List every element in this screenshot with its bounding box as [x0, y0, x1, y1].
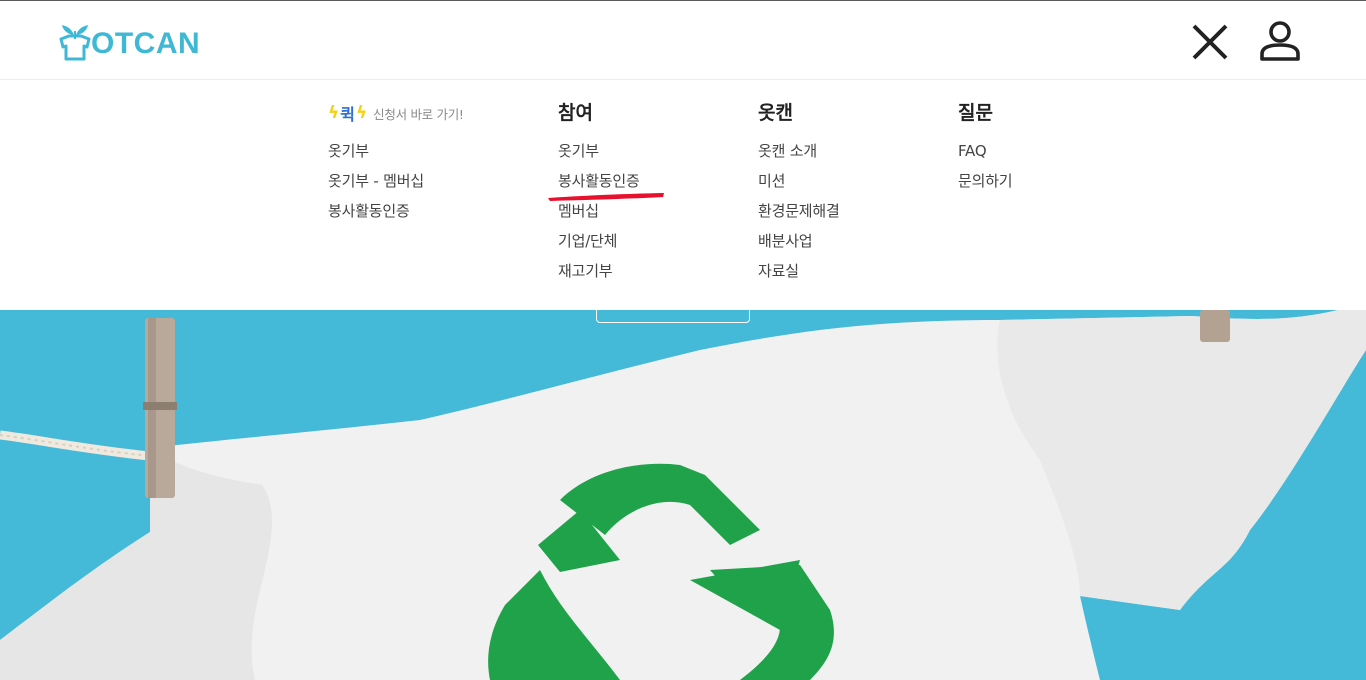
close-menu-button[interactable] — [1189, 21, 1231, 63]
quick-menu-column: ϟ 퀵 ϟ 신청서 바로 가기! 옷기부 옷기부 - 멤버십 봉사활동인증 — [328, 98, 464, 226]
logo-text: OTCAN — [91, 27, 201, 60]
quick-subtitle: 신청서 바로 가기! — [373, 106, 464, 122]
lightning-icon: ϟ — [355, 103, 368, 123]
highlight-underline — [548, 193, 664, 201]
hero-banner — [0, 310, 1366, 680]
site-header: OTCAN — [0, 0, 1366, 80]
quick-item-donation-membership[interactable]: 옷기부 - 멤버십 — [328, 166, 464, 196]
logo-shirt-icon — [59, 25, 91, 61]
close-icon — [1192, 24, 1228, 60]
user-icon — [1260, 21, 1300, 61]
otcan-item-distribution[interactable]: 배분사업 — [758, 226, 840, 256]
otcan-menu-title: 옷캔 — [758, 102, 793, 124]
join-item-clothes-donation[interactable]: 옷기부 — [558, 136, 640, 166]
question-menu-column: 질문 FAQ 문의하기 — [958, 98, 1013, 196]
hero-cta-button[interactable] — [596, 310, 750, 323]
otcan-menu-column: 옷캔 옷캔 소개 미션 환경문제해결 배분사업 자료실 — [758, 98, 840, 286]
join-menu-title: 참여 — [558, 102, 593, 124]
join-item-stock-donation[interactable]: 재고기부 — [558, 256, 640, 286]
mega-menu: ϟ 퀵 ϟ 신청서 바로 가기! 옷기부 옷기부 - 멤버십 봉사활동인증 참여… — [0, 80, 1366, 310]
site-logo[interactable]: OTCAN — [57, 17, 200, 61]
join-item-company-group[interactable]: 기업/단체 — [558, 226, 640, 256]
quick-menu-header: ϟ 퀵 ϟ 신청서 바로 가기! — [328, 98, 464, 128]
hero-tshirt-image — [0, 310, 1366, 680]
otcan-item-about[interactable]: 옷캔 소개 — [758, 136, 840, 166]
otcan-item-environment[interactable]: 환경문제해결 — [758, 196, 840, 226]
question-item-faq[interactable]: FAQ — [958, 136, 1012, 166]
question-menu-title: 질문 — [958, 102, 993, 124]
quick-badge: 퀵 — [340, 105, 355, 124]
lightning-icon: ϟ — [328, 103, 340, 123]
quick-item-volunteer-cert[interactable]: 봉사활동인증 — [328, 196, 464, 226]
otcan-item-mission[interactable]: 미션 — [758, 166, 840, 196]
otcan-item-archive[interactable]: 자료실 — [758, 256, 840, 286]
quick-item-clothes-donation[interactable]: 옷기부 — [328, 136, 464, 166]
user-account-button[interactable] — [1256, 19, 1304, 63]
question-item-contact[interactable]: 문의하기 — [958, 166, 1013, 196]
